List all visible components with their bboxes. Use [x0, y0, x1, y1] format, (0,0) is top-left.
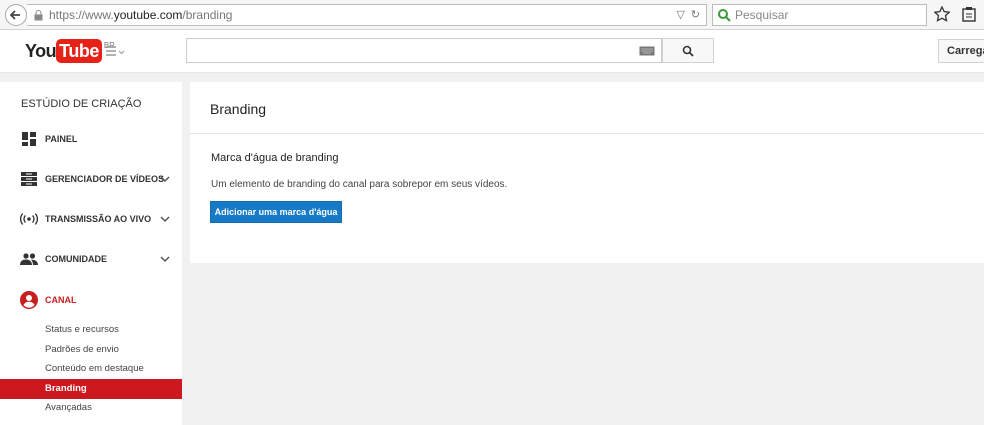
studio-title[interactable]: ESTÚDIO DE CRIAÇÃO — [21, 98, 141, 110]
sidebar-item-gerenciador[interactable]: GERENCIADOR DE VÍDEOS — [0, 159, 182, 199]
chevron-down-icon[interactable] — [160, 214, 170, 224]
lock-icon — [33, 9, 43, 21]
channel-icon — [20, 291, 38, 309]
sidebar-subitem-branding[interactable]: Branding — [0, 379, 182, 399]
search-icon — [682, 45, 694, 57]
guide-menu-icon[interactable] — [106, 46, 126, 58]
studio-sidebar: ESTÚDIO DE CRIAÇÃO PAINEL GERENCIADOR DE… — [0, 82, 182, 425]
dashboard-icon — [20, 130, 38, 148]
reload-icon[interactable]: ↻ — [691, 8, 700, 21]
browser-toolbar: https://www.youtube.com/branding ▽ ↻ Pes… — [0, 0, 984, 30]
community-icon — [20, 250, 38, 268]
back-button[interactable] — [5, 4, 27, 26]
section-title: Marca d'água de branding — [211, 152, 339, 164]
youtube-header: You Tube BR Carregar — [0, 30, 984, 73]
divider — [190, 133, 984, 134]
sidebar-item-painel[interactable]: PAINEL — [0, 119, 182, 159]
keyboard-icon[interactable] — [639, 46, 655, 56]
chevron-down-icon[interactable] — [160, 174, 170, 184]
add-watermark-button[interactable]: Adicionar uma marca d'água — [210, 201, 342, 223]
sidebar-subitem-status[interactable]: Status e recursos — [0, 320, 182, 340]
page-title: Branding — [210, 101, 267, 117]
youtube-search-input[interactable] — [186, 38, 662, 63]
clipboard-icon[interactable] — [962, 6, 976, 22]
chevron-down-icon[interactable] — [160, 254, 170, 264]
upload-button[interactable]: Carregar — [938, 39, 984, 63]
sidebar-subitem-avancadas[interactable]: Avançadas — [0, 398, 182, 418]
section-description: Um elemento de branding do canal para so… — [211, 179, 508, 190]
branding-panel: Branding Marca d'água de branding Um ele… — [190, 82, 984, 263]
sidebar-item-canal[interactable]: CANAL — [0, 280, 182, 320]
youtube-search-button[interactable] — [662, 38, 714, 63]
video-manager-icon — [20, 170, 38, 188]
url-text: https://www.youtube.com/branding — [49, 8, 233, 22]
address-bar[interactable]: https://www.youtube.com/branding ▽ ↻ — [27, 4, 707, 26]
sidebar-subitem-conteudo[interactable]: Conteúdo em destaque — [0, 359, 182, 379]
browser-search-input[interactable]: Pesquisar — [712, 4, 927, 26]
sidebar-subitem-padroes[interactable]: Padrões de envio — [0, 340, 182, 360]
bookmark-star-icon[interactable] — [934, 6, 950, 22]
sidebar-item-comunidade[interactable]: COMUNIDADE — [0, 239, 182, 279]
youtube-logo[interactable]: You Tube BR — [25, 39, 115, 63]
live-broadcast-icon — [20, 210, 38, 228]
search-placeholder: Pesquisar — [735, 8, 789, 22]
back-arrow-icon — [10, 10, 20, 20]
sidebar-item-transmissao[interactable]: TRANSMISSÃO AO VIVO — [0, 199, 182, 239]
search-engine-icon — [718, 9, 731, 22]
dropdown-arrow-icon[interactable]: ▽ — [676, 8, 684, 21]
